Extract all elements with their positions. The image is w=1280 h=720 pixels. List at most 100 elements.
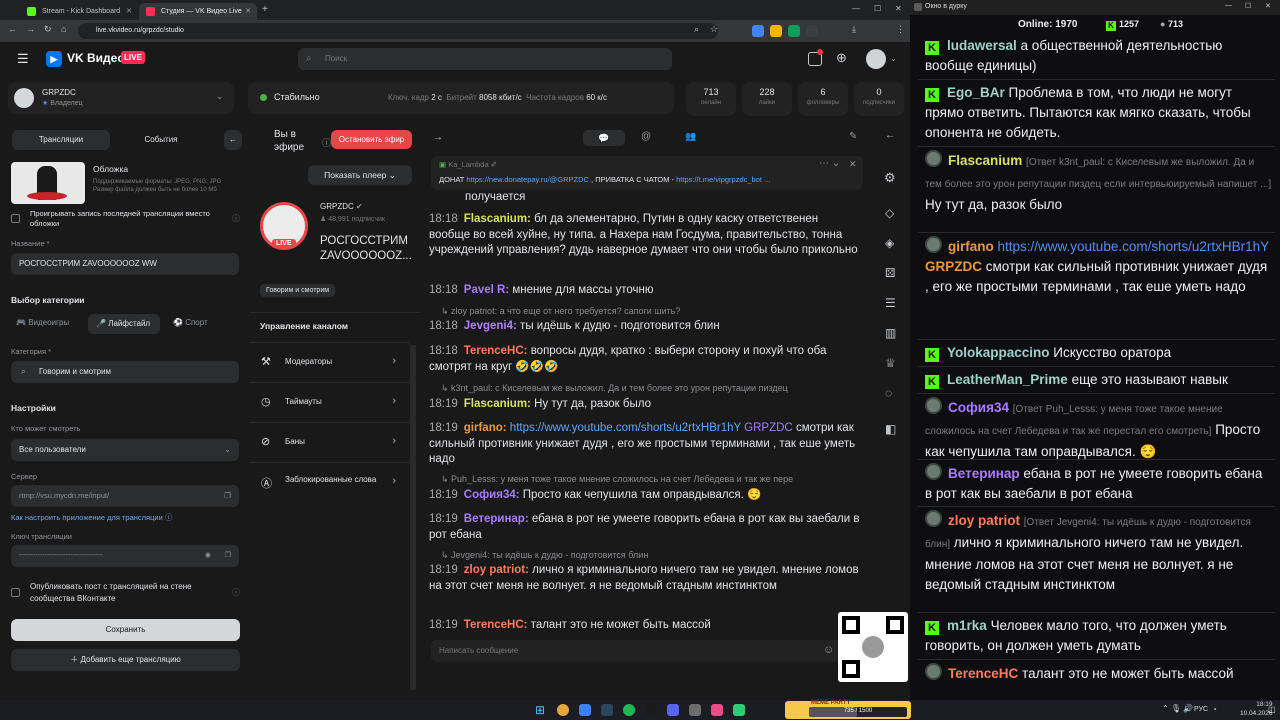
copy-icon[interactable]: ❐ <box>224 485 231 507</box>
help-icon[interactable]: ⓘ <box>232 587 240 598</box>
steam-icon[interactable] <box>601 704 613 716</box>
settings-gear-icon[interactable]: ⚙ <box>884 170 896 186</box>
start-menu-icon[interactable]: ⊞ <box>535 703 545 717</box>
extension-icon[interactable] <box>788 25 800 37</box>
channel-selector[interactable]: GRPZDC ★ Владелец ⌄ <box>8 82 234 114</box>
back-arrow-icon[interactable]: ← <box>885 130 895 141</box>
show-key-eye-icon[interactable]: ◉ <box>205 545 211 567</box>
close-window-icon[interactable]: ✕ <box>895 4 902 13</box>
back-arrow-icon[interactable]: ← <box>224 130 242 150</box>
browser-app-icon[interactable] <box>711 704 723 716</box>
bookmark-star-icon[interactable]: ☆ <box>710 24 718 35</box>
vk-logo-icon[interactable]: ▶ <box>46 51 62 67</box>
chart-icon[interactable]: ▥ <box>885 326 896 340</box>
wifi-icon[interactable]: ◔ <box>1212 705 1217 714</box>
mgmt-timeouts[interactable]: ◷ Таймауты › <box>250 382 410 422</box>
diamond-icon[interactable]: ◇ <box>885 206 894 220</box>
hamburger-menu-icon[interactable]: ☰ <box>17 51 29 67</box>
back-icon[interactable]: ← <box>8 24 17 34</box>
maximize-icon[interactable]: ☐ <box>1245 2 1251 10</box>
close-icon[interactable]: ✕ <box>849 159 857 170</box>
chat-tab-users-icon[interactable]: 👥 <box>685 131 696 142</box>
tab-kick[interactable]: Stream - Kick Dashboard ✕ <box>20 3 138 20</box>
chat-tab-mentions-icon[interactable]: @ <box>641 131 651 142</box>
gem-icon[interactable]: ◈ <box>885 236 894 250</box>
tab-events[interactable]: События <box>112 130 210 150</box>
url-input[interactable]: live.vkvideo.ru/grpzdc/studio <box>78 23 718 39</box>
popout-arrow-icon[interactable]: → <box>433 132 443 143</box>
app-icon[interactable] <box>689 704 701 716</box>
cat-tab-lifestyle[interactable]: 🎤 Лайфстайл <box>88 314 160 334</box>
avatar[interactable] <box>866 49 886 69</box>
list-icon[interactable]: ☰ <box>885 296 896 310</box>
language-indicator[interactable]: РУС <box>1194 706 1208 713</box>
vk-logo-text[interactable]: VK Видео <box>67 51 125 65</box>
zoom-icon[interactable]: ⌕ <box>694 24 699 35</box>
extension-icon[interactable] <box>770 25 782 37</box>
mgmt-blocked-words[interactable]: Ⓐ Заблокированные слова › <box>250 462 410 508</box>
home-icon[interactable]: ⌂ <box>61 24 66 34</box>
publish-checkbox[interactable] <box>11 588 20 597</box>
help-icon[interactable]: ⓘ <box>232 213 240 224</box>
new-tab-icon[interactable]: + <box>262 4 268 15</box>
title-input[interactable]: РОСГОССТРИМ ZAVOOOOOOZ WW <box>11 253 239 275</box>
obs-icon[interactable] <box>645 704 657 716</box>
add-stream-button[interactable]: ＋ Добавить еще трансляцию <box>11 649 240 671</box>
browser-menu-icon[interactable]: ⋮ <box>896 24 905 35</box>
replay-checkbox[interactable] <box>11 214 20 223</box>
howto-link[interactable]: Как настроить приложение для трансляции … <box>11 512 172 523</box>
extension-icon[interactable] <box>806 25 818 37</box>
show-player-button[interactable]: Показать плеер ⌄ <box>308 165 412 185</box>
emoji-icon[interactable]: ☺ <box>823 644 834 656</box>
who-select[interactable]: Все пользователи ⌄ <box>11 439 239 461</box>
tab-streams[interactable]: Трансляции <box>12 130 110 150</box>
cat-tab-sport[interactable]: ⚽ Спорт <box>173 318 208 327</box>
dice-icon[interactable]: ⚄ <box>885 266 895 280</box>
forward-icon[interactable]: → <box>26 24 35 34</box>
mgmt-bans[interactable]: ⊘ Баны › <box>250 422 410 462</box>
chevron-down-icon[interactable]: ⌄ <box>890 54 897 63</box>
close-tab-icon[interactable]: ✕ <box>126 3 132 20</box>
sticker-icon[interactable]: ◧ <box>885 422 896 436</box>
close-window-icon[interactable]: ✕ <box>1265 2 1271 10</box>
category-input[interactable]: Говорим и смотрим <box>11 361 239 383</box>
copy-icon[interactable]: ❐ <box>225 545 231 567</box>
chat-input[interactable]: Написать сообщение <box>431 640 841 662</box>
downloads-icon[interactable]: ⤓ <box>852 24 856 35</box>
save-button[interactable]: Сохранить <box>11 619 240 641</box>
stream-key-input[interactable]: ------------------------------------ ◉ ❐ <box>11 545 239 567</box>
explorer-icon[interactable] <box>579 704 591 716</box>
chat-tab-messages-icon[interactable]: 💬 <box>583 130 625 146</box>
stat-followers: 6 фолловеры <box>798 82 848 116</box>
cover-thumbnail[interactable] <box>11 162 85 204</box>
system-tray-icons[interactable]: ⌃ 🎙 🔊 <box>1162 704 1193 713</box>
notifications-bell-icon[interactable]: ◫ <box>1268 705 1276 714</box>
extension-icon[interactable] <box>752 25 764 37</box>
trophy-icon[interactable]: ♕ <box>885 356 896 370</box>
telegram-link[interactable]: https://t.me/vipgrpzdc_bot ... <box>676 175 770 184</box>
maximize-icon[interactable]: ☐ <box>874 4 881 13</box>
chat-reply-context: ↳ k3nt_paul: с Киселевым же выложил. Да … <box>441 383 788 393</box>
add-icon[interactable]: ⊕ <box>836 50 847 66</box>
donate-link[interactable]: https://new.donatepay.ru/@GRPZDC <box>466 175 589 184</box>
server-input[interactable]: rtmp://vsu.mycdn.me/input/❐ <box>11 485 239 507</box>
stop-stream-button[interactable]: Остановить эфир <box>331 130 412 149</box>
minimize-icon[interactable]: — <box>1225 2 1232 9</box>
reload-icon[interactable]: ↻ <box>44 24 52 35</box>
discord-icon[interactable] <box>667 704 679 716</box>
youtube-link[interactable]: https://www.youtube.com/shorts/u2rtxHBr1… <box>510 422 741 434</box>
minimize-icon[interactable]: — <box>852 4 860 13</box>
spotify-icon[interactable] <box>623 704 635 716</box>
search-input[interactable]: Поиск <box>298 48 672 70</box>
meme-party-widget: MEME PARTY 735 / 1500 <box>785 700 911 719</box>
app-icon[interactable] <box>733 704 745 716</box>
more-icon[interactable]: ⋯ ⌄ <box>819 158 840 169</box>
tab-vk-studio[interactable]: Студия — VK Видео Live ✕ <box>139 3 257 20</box>
cat-tab-games[interactable]: 🎮 Видеоигры <box>16 318 69 327</box>
chat-bubble-icon[interactable]: ◌ <box>885 386 892 400</box>
overlay-message: Flascanium [Ответ k3nt_paul: с Киселевым… <box>925 150 1272 215</box>
chrome-icon[interactable] <box>557 704 569 716</box>
mgmt-moderators[interactable]: ⚒ Модераторы › <box>250 342 410 382</box>
close-tab-icon[interactable]: ✕ <box>245 3 251 20</box>
pin-icon[interactable]: ✎ <box>849 131 857 142</box>
